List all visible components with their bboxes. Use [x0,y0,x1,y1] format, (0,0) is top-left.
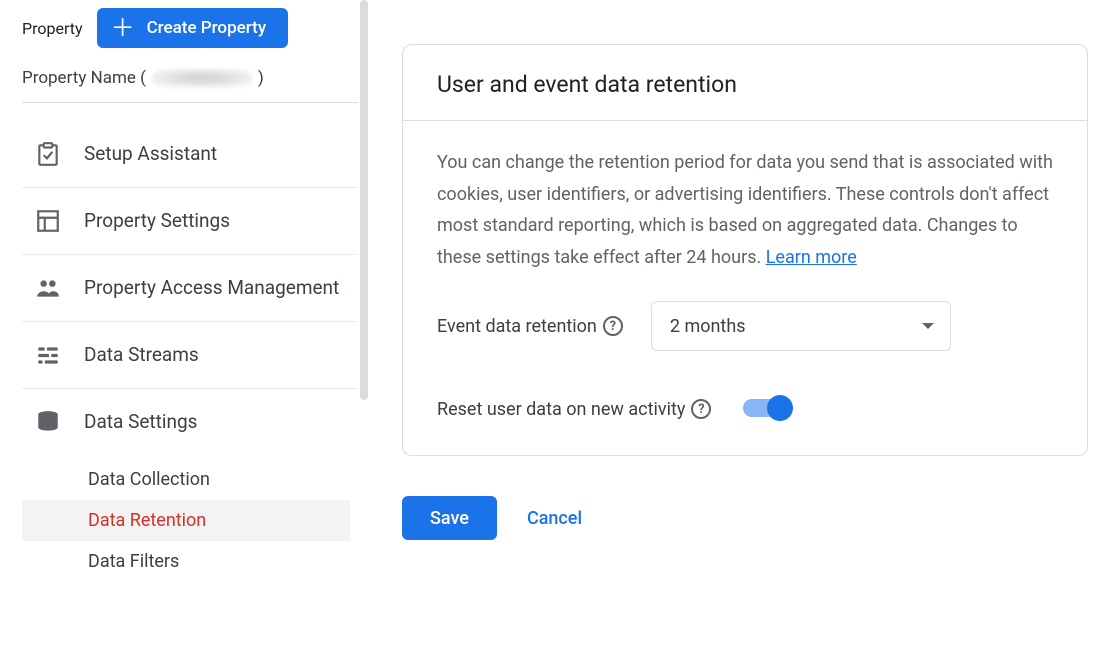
sidebar: Property ＋ Create Property Property Name… [0,0,358,648]
nav-label: Property Access Management [84,276,358,301]
event-retention-row: Event data retention ? 2 months [437,301,1053,351]
nav-label: Setup Assistant [84,142,358,167]
property-name-suffix: ) [258,68,264,88]
property-id-blurred [152,69,252,87]
cancel-button[interactable]: Cancel [527,496,582,540]
card-description: You can change the retention period for … [437,147,1053,273]
event-retention-value: 2 months [670,316,746,337]
subnav-label: Data Retention [88,510,206,531]
nav-label: Data Streams [84,343,358,368]
nav-item-setup-assistant[interactable]: Setup Assistant [22,121,358,188]
toggle-knob [767,395,793,421]
plus-icon: ＋ [111,16,135,40]
create-property-label: Create Property [147,18,267,38]
card-body: You can change the retention period for … [403,121,1087,455]
reset-activity-label: Reset user data on new activity ? [437,399,711,420]
subnav-data-filters[interactable]: Data Filters [88,541,358,582]
subnav-data-retention[interactable]: Data Retention [22,500,350,541]
nav-label: Property Settings [84,209,358,234]
event-retention-label-text: Event data retention [437,316,597,337]
clipboard-check-icon [34,141,62,167]
help-icon[interactable]: ? [603,316,623,336]
chevron-down-icon [922,323,934,329]
scrollbar-thumb[interactable] [360,0,368,400]
create-property-button[interactable]: ＋ Create Property [97,8,289,48]
save-button[interactable]: Save [402,496,497,540]
action-row: Save Cancel [402,496,1088,540]
help-icon[interactable]: ? [691,399,711,419]
learn-more-link[interactable]: Learn more [766,247,857,268]
nav-item-property-access-management[interactable]: Property Access Management [22,255,358,322]
property-name-row: Property Name ( ) [22,68,358,103]
subnav-label: Data Collection [88,469,210,490]
sidebar-section-title: Property [22,19,83,38]
data-settings-subnav: Data Collection Data Retention Data Filt… [22,459,358,582]
subnav-data-collection[interactable]: Data Collection [88,459,358,500]
reset-activity-label-text: Reset user data on new activity [437,399,685,420]
database-icon [34,409,62,435]
reset-activity-toggle[interactable] [743,395,793,423]
layout-icon [34,208,62,234]
retention-card: User and event data retention You can ch… [402,44,1088,456]
nav-item-property-settings[interactable]: Property Settings [22,188,358,255]
sidebar-header: Property ＋ Create Property [22,8,358,48]
event-retention-label: Event data retention ? [437,316,623,337]
main-content: User and event data retention You can ch… [358,0,1116,648]
streams-icon [34,342,62,368]
reset-activity-row: Reset user data on new activity ? [437,395,1053,423]
subnav-label: Data Filters [88,551,179,572]
event-retention-select[interactable]: 2 months [651,301,951,351]
sidebar-nav: Setup Assistant Property Settings [22,121,358,455]
card-title: User and event data retention [403,45,1087,121]
nav-label: Data Settings [84,410,358,435]
group-icon [34,275,62,301]
nav-item-data-settings[interactable]: Data Settings [22,389,358,455]
description-text: You can change the retention period for … [437,152,1053,268]
nav-item-data-streams[interactable]: Data Streams [22,322,358,389]
property-name-label: Property Name ( [22,68,146,88]
